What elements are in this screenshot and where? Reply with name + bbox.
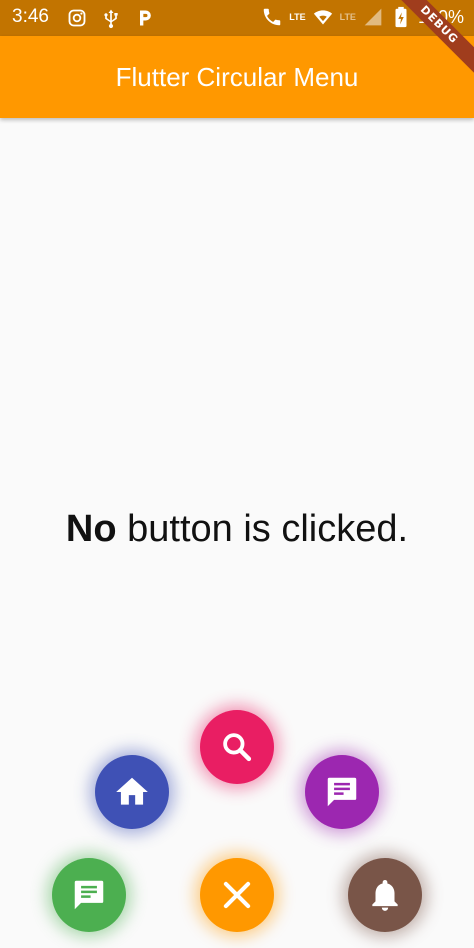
chat-icon [74,880,104,910]
instagram-icon [66,7,88,29]
status-time: 3:46 [12,6,49,27]
parking-icon [134,7,156,29]
search-button[interactable] [200,710,274,784]
home-icon [116,777,148,805]
close-icon [223,881,251,909]
message-icon [327,777,357,807]
chat-button[interactable] [52,858,126,932]
lte-label-secondary: LTE [339,12,356,22]
page-title: Flutter Circular Menu [115,62,359,92]
message-button[interactable] [305,755,379,829]
status-bar: 3:46 LTE LTE [0,0,474,36]
home-button[interactable] [95,755,169,829]
notifications-button[interactable] [348,858,422,932]
wifi-icon [312,6,334,28]
app-screen: 3:46 LTE LTE Flutter Circular Menu DEBUG… [0,0,474,948]
status-left-icons [66,7,156,29]
usb-icon [100,7,122,29]
status-message: No button is clicked. [0,508,474,551]
cell-signal-icon [362,6,384,28]
app-bar: Flutter Circular Menu [0,36,474,118]
volte-icon [261,6,283,28]
lte-label: LTE [289,12,306,22]
status-message-bold: No [65,508,117,550]
status-message-text: button is clicked. [116,508,409,550]
close-menu-button[interactable] [200,858,274,932]
search-icon [223,733,252,762]
notifications-icon [372,879,398,911]
battery-icon [390,6,412,28]
